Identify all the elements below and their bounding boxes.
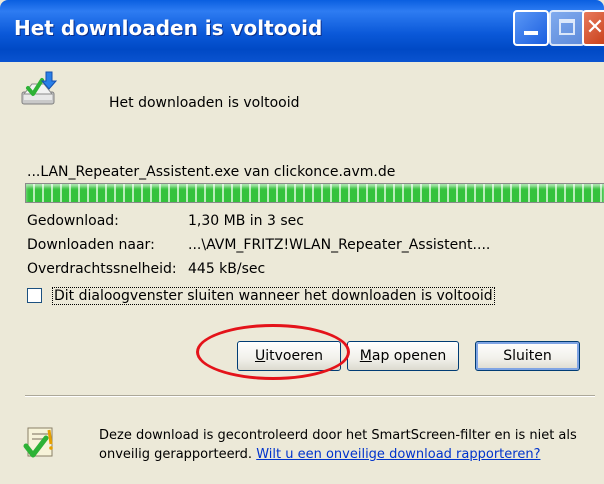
close-button[interactable]: Sluiten [475,341,580,371]
open-mnemonic: M [359,348,372,364]
transfer-rate-label: Overdrachtssnelheid: [27,261,177,277]
transfer-rate-value: 445 kB/sec [188,261,266,277]
open-folder-button[interactable]: Map openen [347,341,459,371]
downloaded-label: Gedownload: [27,213,119,229]
download-progress-bar [25,183,604,203]
download-complete-dialog: Het downloaden is voltooid ✕ Het downloa… [0,0,604,484]
destination-value: ...\AVM_FRITZ!WLAN_Repeater_Assistent...… [188,237,491,253]
maximize-button [549,10,585,46]
minimize-icon [524,31,538,35]
shield-check-icon [23,427,53,458]
title-bar[interactable]: Het downloaden is voltooid ✕ [0,0,604,62]
close-when-done-checkbox[interactable] [27,288,42,303]
progress-fill [26,184,604,202]
download-filename: ...LAN_Repeater_Assistent.exe van clicko… [27,164,396,180]
downloaded-value: 1,30 MB in 3 sec [188,213,304,229]
close-when-done-label[interactable]: Dit dialoogvenster sluiten wanneer het d… [52,287,495,305]
report-unsafe-link[interactable]: Wilt u een onveilige download rapportere… [256,447,540,462]
run-button[interactable]: Uitvoeren [237,341,341,371]
close-icon: ✕ [585,15,604,40]
minimize-button[interactable] [513,10,549,46]
smartscreen-message: Deze download is gecontroleerd door het … [99,426,594,464]
window-close-button[interactable]: ✕ [582,10,604,46]
run-mnemonic: U [254,348,266,364]
status-message: Het downloaden is voltooid [109,95,300,111]
run-label: itvoeren [265,348,324,364]
smartscreen-panel: Deze download is gecontroleerd door het … [0,396,604,484]
open-folder-label: ap openen [371,348,447,364]
destination-label: Downloaden naar: [27,237,155,253]
window-title: Het downloaden is voltooid [14,16,323,40]
close-label: Sluiten [503,348,552,364]
download-complete-icon [21,71,58,105]
maximize-icon [559,19,575,35]
